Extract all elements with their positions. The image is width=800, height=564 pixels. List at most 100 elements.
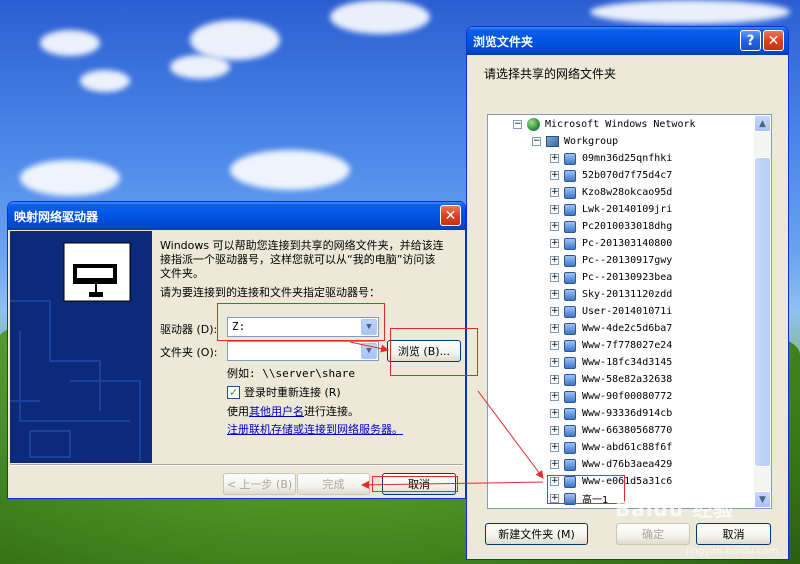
tree-computer-label: Pc--20130917gwy — [582, 255, 673, 266]
expand-icon[interactable]: + — [550, 188, 559, 197]
scroll-up-button[interactable]: ▲ — [754, 115, 771, 132]
tree-computer-item[interactable]: + Lwk-20140109jri — [550, 202, 672, 217]
tree-computer-label: Www-abd61c88f6f — [582, 442, 673, 453]
browse-cancel-button[interactable]: 取消 — [696, 523, 771, 545]
computer-icon — [564, 288, 576, 301]
close-icon: ✕ — [767, 32, 780, 49]
map-dialog-close-button[interactable]: ✕ — [440, 205, 461, 226]
tree-computer-item[interactable]: + Pc--20130923bea — [550, 270, 672, 285]
watermark-url: jingyan.baidu.com — [686, 546, 779, 557]
computer-icon — [564, 220, 576, 233]
expand-icon[interactable]: + — [550, 222, 559, 231]
tree-computer-item[interactable]: + User-201401071i — [550, 304, 672, 319]
tree-computer-item[interactable]: + Sky-20131120zdd — [550, 287, 672, 302]
tree-computer-label: Www-93336d914cb — [582, 408, 673, 419]
expand-icon[interactable]: + — [550, 392, 559, 401]
reconnect-checkbox[interactable]: ✓ — [227, 385, 240, 399]
new-folder-button[interactable]: 新建文件夹 (M) — [485, 523, 588, 545]
expand-icon[interactable]: + — [550, 375, 559, 384]
other-user-line: 使用其他用户名进行连接。 — [227, 403, 359, 419]
tree-computer-label: Pc-201303140800 — [582, 238, 673, 249]
cloud — [20, 160, 120, 196]
collapse-icon[interactable]: − — [532, 137, 541, 146]
tree-computer-item[interactable]: + Www-abd61c88f6f — [550, 440, 672, 455]
tree-computer-item[interactable]: + Www-90f00080772 — [550, 389, 672, 404]
expand-icon[interactable]: + — [550, 409, 559, 418]
computer-icon — [564, 305, 576, 318]
browse-folder-dialog: 浏览文件夹 ? ✕ 请选择共享的网络文件夹 − Microsoft Window… — [466, 26, 789, 560]
expand-icon[interactable]: + — [550, 205, 559, 214]
expand-icon[interactable]: + — [550, 273, 559, 282]
tree-computer-item[interactable]: +09mn36d25qnfhki — [550, 151, 672, 166]
expand-icon[interactable]: + — [550, 460, 559, 469]
tree-computer-item[interactable]: + Kzo8w28okcao95d — [550, 185, 672, 200]
scroll-down-button[interactable]: ▼ — [754, 491, 771, 508]
drive-label: 驱动器 (D): — [160, 323, 218, 336]
computer-icon — [564, 441, 576, 454]
tree-computer-item[interactable]: + Pc2010033018dhg — [550, 219, 672, 234]
expand-icon[interactable]: + — [550, 324, 559, 333]
help-icon: ? — [746, 32, 755, 49]
folder-tree[interactable]: − Microsoft Windows Network − Workgroup … — [487, 114, 772, 509]
cloud — [230, 150, 350, 190]
instruction-text: 请为要连接到的连接和文件夹指定驱动器号： — [160, 286, 380, 299]
browse-dialog-close-button[interactable]: ✕ — [763, 30, 784, 51]
computer-icon — [564, 407, 576, 420]
tree-computer-item[interactable]: + Www-7f778027e24 — [550, 338, 672, 353]
map-dialog-titlebar: 映射网络驱动器 ✕ — [8, 202, 465, 230]
reconnect-checkbox-row[interactable]: ✓ 登录时重新连接 (R) — [227, 384, 341, 400]
other-user-link[interactable]: 其他用户名 — [249, 405, 304, 418]
computer-icon — [564, 152, 576, 165]
tree-computer-item[interactable]: + Www-4de2c5d6ba7 — [550, 321, 672, 336]
computer-icon — [564, 169, 576, 182]
computer-icon — [564, 322, 576, 335]
workgroup-icon — [546, 136, 559, 147]
expand-icon[interactable]: + — [550, 307, 559, 316]
tree-computer-item[interactable]: + Www-18fc34d3145 — [550, 355, 672, 370]
watermark-text: Baidu 经验 — [615, 497, 735, 521]
finish-button[interactable]: 完成 — [297, 473, 370, 495]
computer-icon — [564, 373, 576, 386]
tree-scrollbar[interactable]: ▲ ▼ — [754, 115, 771, 508]
expand-icon[interactable]: + — [550, 443, 559, 452]
computer-icon — [564, 254, 576, 267]
register-online-link[interactable]: 注册联机存储或连接到网络服务器。 — [227, 421, 403, 437]
collapse-icon[interactable]: − — [513, 120, 522, 129]
tree-computer-item[interactable]: + Www-d76b3aea429 — [550, 457, 672, 472]
expand-icon[interactable]: + — [550, 239, 559, 248]
tree-computer-label: Lwk-20140109jri — [582, 204, 673, 215]
expand-icon[interactable]: + — [550, 358, 559, 367]
expand-icon[interactable]: + — [550, 171, 559, 180]
scroll-thumb[interactable] — [754, 157, 771, 467]
back-button[interactable]: < 上一步 (B) — [223, 473, 296, 495]
tree-computer-item[interactable]: + Www-58e82a32638 — [550, 372, 672, 387]
expand-icon[interactable]: + — [550, 290, 559, 299]
globe-icon — [527, 118, 540, 131]
other-user-suffix: 进行连接。 — [304, 405, 359, 418]
tree-group-item[interactable]: − Workgroup — [532, 134, 618, 149]
tree-computer-item[interactable]: + Pc-201303140800 — [550, 236, 672, 251]
wizard-side-panel — [10, 231, 152, 463]
tree-computer-label: Www-66380568770 — [582, 425, 673, 436]
chevron-down-icon[interactable]: ▼ — [361, 343, 377, 359]
tree-computer-label: Www-18fc34d3145 — [582, 357, 673, 368]
computer-icon — [564, 186, 576, 199]
tree-computer-item[interactable]: + Pc--20130917gwy — [550, 253, 672, 268]
computer-icon — [564, 203, 576, 216]
ok-button[interactable]: 确定 — [616, 523, 690, 545]
map-dialog-title: 映射网络驱动器 — [14, 209, 99, 224]
expand-icon[interactable]: + — [550, 256, 559, 265]
tree-root-label: Microsoft Windows Network — [545, 119, 696, 130]
expand-icon[interactable]: + — [550, 154, 559, 163]
folder-combobox[interactable]: ▼ — [227, 341, 379, 361]
tree-computer-item[interactable]: + Www-93336d914cb — [550, 406, 672, 421]
browse-dialog-titlebar: 浏览文件夹 ? ✕ — [467, 27, 788, 55]
expand-icon[interactable]: + — [550, 426, 559, 435]
other-user-prefix: 使用 — [227, 405, 249, 418]
tree-computer-item[interactable]: + Www-66380568770 — [550, 423, 672, 438]
annotation-box-cancel — [372, 476, 458, 492]
tree-computer-item[interactable]: +52b070d7f75d4c7 — [550, 168, 672, 183]
help-button[interactable]: ? — [740, 30, 761, 51]
tree-root-item[interactable]: − Microsoft Windows Network — [513, 117, 696, 132]
expand-icon[interactable]: + — [550, 341, 559, 350]
